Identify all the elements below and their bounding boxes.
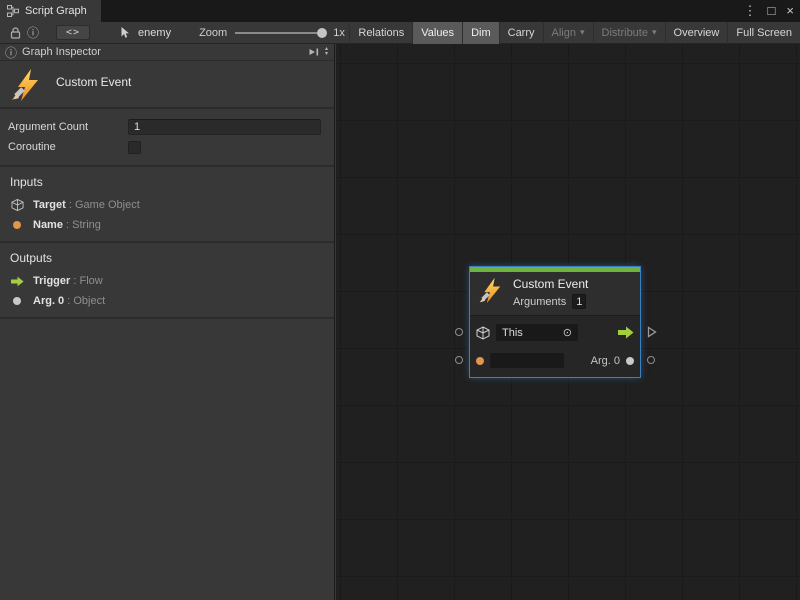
list-item: Arg. 0 : Object (10, 291, 324, 311)
distribute-label: Distribute (602, 27, 648, 39)
cube-icon (10, 198, 24, 212)
scrollbar-arrows-icon[interactable]: ▴▾ (325, 47, 330, 57)
arguments-label: Arguments (513, 296, 566, 308)
list-item: Name : String (10, 215, 324, 235)
code-view-button[interactable]: <> (56, 25, 90, 40)
string-port-icon (10, 221, 24, 229)
arg0-value-input[interactable] (490, 353, 564, 368)
outputs-title: Outputs (10, 251, 324, 265)
port-name: Target (33, 199, 66, 211)
cube-icon (476, 326, 490, 340)
custom-event-icon (10, 68, 44, 102)
inspector-title: Graph Inspector (22, 46, 101, 58)
trigger-output-port[interactable] (647, 325, 657, 337)
argument-count-label: Argument Count (8, 121, 128, 133)
arg0-row: Arg. 0 (476, 350, 634, 371)
object-port-icon (10, 297, 24, 305)
zoom-slider-track (235, 32, 317, 34)
coroutine-checkbox[interactable] (128, 141, 141, 154)
chevron-down-icon: ▾ (580, 27, 585, 38)
carry-button[interactable]: Carry (499, 22, 543, 44)
graph-canvas[interactable]: Custom Event Arguments 1 This ⊙ (336, 44, 800, 600)
flow-arrow-icon (10, 276, 24, 287)
align-button: Align ▾ (543, 22, 593, 44)
port-type: : Object (67, 295, 105, 307)
inspector-fields: Argument Count Coroutine (0, 109, 334, 167)
zoom-label: Zoom (199, 27, 227, 39)
node-title: Custom Event (513, 277, 588, 291)
window-close-icon[interactable]: × (786, 0, 794, 22)
pointer-icon (116, 24, 134, 42)
list-item: Trigger : Flow (10, 271, 324, 291)
outputs-section: Outputs Trigger : Flow Arg. 0 : Object (0, 243, 334, 319)
target-input-port[interactable] (455, 328, 463, 336)
inspector-unit-title: Custom Event (56, 75, 131, 89)
target-row: This ⊙ (476, 322, 634, 343)
tab-script-graph[interactable]: Script Graph (0, 0, 101, 22)
argument-count-input[interactable] (128, 119, 321, 135)
port-name: Arg. 0 (33, 295, 64, 307)
window-maximize-icon[interactable]: □ (768, 0, 776, 22)
port-type: : Game Object (69, 199, 140, 211)
graph-inspector-panel: ⓘ Graph Inspector ▴▾ Custom Event Argume… (0, 44, 335, 600)
arguments-count-field[interactable]: 1 (572, 294, 586, 309)
zoom-value: 1x (333, 27, 345, 39)
arg0-output-port[interactable] (647, 356, 655, 364)
align-label: Align (552, 27, 576, 39)
node-body: This ⊙ Arg. 0 (470, 315, 640, 377)
lock-icon[interactable] (6, 24, 24, 42)
port-name: Name (33, 219, 63, 231)
script-graph-icon (7, 5, 19, 17)
toolbar-buttons: Relations Values Dim Carry Align ▾ Distr… (349, 22, 800, 44)
zoom-slider-knob[interactable] (317, 28, 327, 38)
overview-button[interactable]: Overview (665, 22, 728, 44)
arg0-label: Arg. 0 (591, 355, 620, 367)
custom-event-node[interactable]: Custom Event Arguments 1 This ⊙ (470, 267, 640, 377)
argument-count-row: Argument Count (8, 117, 321, 137)
inputs-section: Inputs Target : Game Object Name : Strin… (0, 167, 334, 243)
window-controls: ⋮ □ × (744, 0, 794, 22)
list-item: Target : Game Object (10, 195, 324, 215)
dock-icon[interactable] (308, 47, 320, 57)
fullscreen-button[interactable]: Full Screen (727, 22, 800, 44)
chevron-down-icon: ▾ (652, 27, 657, 38)
object-port-icon (626, 357, 634, 365)
info-icon: ⓘ (5, 44, 17, 61)
graph-toolbar: ⓘ <> enemy Zoom 1x Relations Values Dim … (0, 22, 800, 44)
tab-title: Script Graph (25, 5, 87, 17)
window-menu-icon[interactable]: ⋮ (744, 0, 757, 22)
port-name: Trigger (33, 275, 70, 287)
target-dropdown-value: This (502, 327, 523, 339)
custom-event-icon (478, 277, 505, 309)
inputs-title: Inputs (10, 175, 324, 189)
relations-button[interactable]: Relations (349, 22, 412, 44)
distribute-button: Distribute ▾ (593, 22, 665, 44)
inspector-header: ⓘ Graph Inspector ▴▾ (0, 44, 334, 61)
values-button[interactable]: Values (412, 22, 462, 44)
title-bar: Script Graph ⋮ □ × (0, 0, 800, 22)
node-header[interactable]: Custom Event Arguments 1 (470, 272, 640, 315)
port-type: : Flow (73, 275, 102, 287)
name-input-port[interactable] (455, 356, 463, 364)
string-port-icon (476, 357, 484, 365)
coroutine-row: Coroutine (8, 137, 321, 157)
inspector-unit-header: Custom Event (0, 61, 334, 109)
flow-arrow-icon (618, 326, 634, 339)
object-picker-icon[interactable]: ⊙ (563, 326, 572, 339)
target-dropdown[interactable]: This ⊙ (496, 324, 578, 341)
coroutine-label: Coroutine (8, 141, 128, 153)
dim-button[interactable]: Dim (462, 22, 499, 44)
port-type: : String (66, 219, 101, 231)
zoom-slider[interactable] (235, 26, 327, 40)
graph-name: enemy (138, 27, 171, 39)
info-icon[interactable]: ⓘ (24, 24, 42, 42)
